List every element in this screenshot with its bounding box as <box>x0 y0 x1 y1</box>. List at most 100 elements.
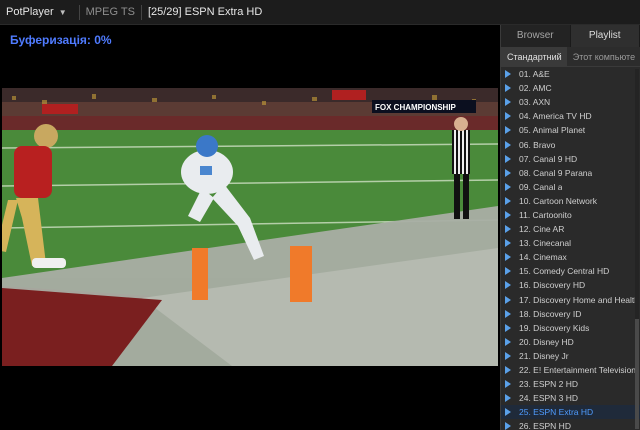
playlist-item[interactable]: 24. ESPN 3 HD <box>501 391 640 405</box>
subtab-standard[interactable]: Стандартний <box>501 47 567 66</box>
play-icon <box>505 225 511 234</box>
playlist-item-label: 24. ESPN 3 HD <box>519 393 579 404</box>
playlist-item-label: 17. Discovery Home and Health <box>519 294 640 305</box>
video-area[interactable]: Буферизація: 0% FOX CHAMPIONSHIP <box>0 25 498 430</box>
playlist-item[interactable]: 13. Cinecanal <box>501 236 640 250</box>
play-icon <box>505 182 511 191</box>
playlist-item-label: 22. E! Entertainment Television <box>519 365 637 376</box>
play-icon <box>505 154 511 163</box>
playlist-item-label: 05. Animal Planet <box>519 125 586 136</box>
playlist-item[interactable]: 20. Disney HD <box>501 335 640 349</box>
play-icon <box>505 196 511 205</box>
fox-logo-text: FOX CHAMPIONSHIP <box>375 103 457 112</box>
play-icon <box>505 309 511 318</box>
playlist-subtabs: Стандартний Этот компьюте <box>501 47 640 67</box>
play-icon <box>505 281 511 290</box>
playlist-item-label: 02. AMC <box>519 83 552 94</box>
play-icon <box>505 112 511 121</box>
playlist-scrollbar[interactable] <box>635 69 639 429</box>
subtab-this-computer[interactable]: Этот компьюте <box>567 47 640 66</box>
play-icon <box>505 140 511 149</box>
play-icon <box>505 337 511 346</box>
play-icon <box>505 98 511 107</box>
play-icon <box>505 408 511 417</box>
playlist-item-label: 25. ESPN Extra HD <box>519 407 594 418</box>
play-icon <box>505 267 511 276</box>
playlist-item[interactable]: 04. America TV HD <box>501 109 640 123</box>
play-icon <box>505 394 511 403</box>
playlist-item-label: 12. Cine AR <box>519 224 565 235</box>
playlist-item[interactable]: 02. AMC <box>501 81 640 95</box>
pylon-right <box>290 246 312 302</box>
play-icon <box>505 253 511 262</box>
play-icon <box>505 210 511 219</box>
divider <box>140 4 142 20</box>
video-frame[interactable]: FOX CHAMPIONSHIP <box>2 88 498 366</box>
play-icon <box>505 168 511 177</box>
playlist-item-label: 19. Discovery Kids <box>519 322 590 333</box>
playlist-item-label: 13. Cinecanal <box>519 238 571 249</box>
playlist-item-label: 11. Cartoonito <box>519 209 572 220</box>
playlist-item[interactable]: 11. Cartoonito <box>501 208 640 222</box>
playlist-item-label: 08. Canal 9 Parana <box>519 167 593 178</box>
playlist-item-active[interactable]: 25. ESPN Extra HD <box>501 405 640 420</box>
playlist-item[interactable]: 09. Canal a <box>501 180 640 194</box>
app-menu-button[interactable]: PotPlayer ▼ <box>0 0 73 24</box>
playlist-item[interactable]: 03. AXN <box>501 95 640 109</box>
divider <box>78 4 80 20</box>
playlist-item[interactable]: 17. Discovery Home and Health <box>501 293 640 307</box>
playlist-item[interactable]: 26. ESPN HD <box>501 419 640 430</box>
panel-tabs: Browser Playlist <box>501 25 640 47</box>
playlist-item-label: 21. Disney Jr <box>519 350 569 361</box>
video-frame-image: FOX CHAMPIONSHIP <box>2 88 498 366</box>
play-icon <box>505 239 511 248</box>
playlist-item[interactable]: 22. E! Entertainment Television <box>501 363 640 377</box>
playlist-item[interactable]: 07. Canal 9 HD <box>501 152 640 166</box>
play-icon <box>505 126 511 135</box>
playlist-item-label: 18. Discovery ID <box>519 308 582 319</box>
play-icon <box>505 70 511 79</box>
play-icon <box>505 84 511 93</box>
playlist-item-label: 04. America TV HD <box>519 111 592 122</box>
playlist-item[interactable]: 14. Cinemax <box>501 250 640 264</box>
playlist-item[interactable]: 01. A&E <box>501 67 640 81</box>
playlist-item-label: 01. A&E <box>519 69 550 80</box>
side-panel: Browser Playlist Стандартний Этот компью… <box>500 25 640 430</box>
play-icon <box>505 351 511 360</box>
playlist-item-label: 15. Comedy Central HD <box>519 266 610 277</box>
playlist-item[interactable]: 10. Cartoon Network <box>501 194 640 208</box>
playlist-item[interactable]: 16. Discovery HD <box>501 278 640 292</box>
play-icon <box>505 380 511 389</box>
playlist-item[interactable]: 21. Disney Jr <box>501 349 640 363</box>
playlist-item-label: 06. Bravo <box>519 139 556 150</box>
playlist-item-label: 26. ESPN HD <box>519 421 571 430</box>
scrollbar-thumb[interactable] <box>635 319 639 429</box>
play-icon <box>505 323 511 332</box>
playlist-item[interactable]: 06. Bravo <box>501 137 640 151</box>
pylon-left <box>192 248 208 300</box>
play-icon <box>505 295 511 304</box>
playlist-item[interactable]: 18. Discovery ID <box>501 307 640 321</box>
app-name: PotPlayer <box>6 6 54 18</box>
chevron-down-icon: ▼ <box>58 7 67 17</box>
playlist: 01. A&E 02. AMC 03. AXN 04. America TV H… <box>501 67 640 430</box>
playlist-item-label: 09. Canal a <box>519 181 563 192</box>
tab-browser[interactable]: Browser <box>501 25 571 47</box>
codec-label: MPEG TS <box>85 6 135 18</box>
playlist-item[interactable]: 19. Discovery Kids <box>501 321 640 335</box>
play-icon <box>505 422 511 430</box>
playlist-item[interactable]: 08. Canal 9 Parana <box>501 166 640 180</box>
playlist-item-label: 10. Cartoon Network <box>519 195 597 206</box>
playlist-item-label: 07. Canal 9 HD <box>519 153 578 164</box>
playlist-item[interactable]: 05. Animal Planet <box>501 123 640 137</box>
playlist-item[interactable]: 12. Cine AR <box>501 222 640 236</box>
tab-playlist[interactable]: Playlist <box>570 25 640 47</box>
playlist-item[interactable]: 15. Comedy Central HD <box>501 264 640 278</box>
playlist-item[interactable]: 23. ESPN 2 HD <box>501 377 640 391</box>
buffering-status: Буферизація: 0% <box>10 33 112 47</box>
playlist-item-label: 23. ESPN 2 HD <box>519 379 579 390</box>
play-icon <box>505 366 511 375</box>
playlist-item-label: 03. AXN <box>519 97 551 108</box>
title-bar: PotPlayer ▼ MPEG TS [25/29] ESPN Extra H… <box>0 0 640 25</box>
playlist-item-label: 14. Cinemax <box>519 252 567 263</box>
